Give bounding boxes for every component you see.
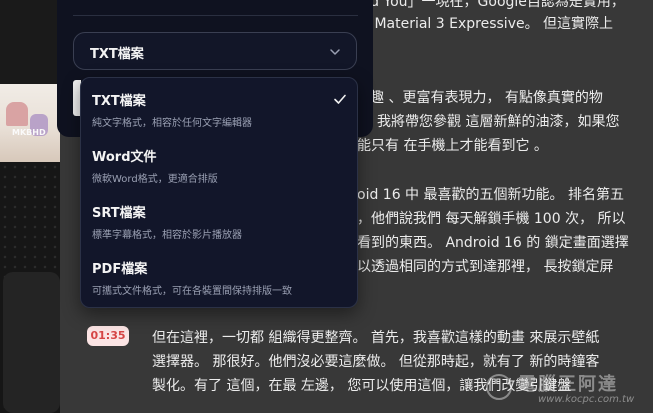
transcript-line: 看到的東西。 Android 16 的 鎖定畫面選擇: [357, 235, 629, 251]
thumbnail-label: MKBHD: [12, 128, 46, 137]
option-description: 微軟Word格式，更適合排版: [92, 174, 218, 185]
watermark: 電腦王阿達 www.kocpc.com.tw: [478, 370, 648, 410]
watermark-logo-icon: [486, 374, 512, 400]
transcript-line: 但在這裡，一切都 組織得更整齊。 首先，我喜歡這樣的動畫 來展示壁紙: [152, 330, 600, 346]
transcript-line: 能只有 在手機上才能看到它 。: [357, 138, 548, 154]
side-card: [3, 272, 60, 413]
format-select-value: TXT檔案: [90, 47, 144, 62]
format-option-word[interactable]: Word文件 微軟Word格式，更適合排版: [92, 146, 347, 198]
transcript-line: 。我將帶您參觀 這層新鮮的油漆，如果您: [363, 114, 620, 130]
chevron-down-icon: [330, 49, 340, 55]
watermark-text: 電腦王阿達: [518, 374, 618, 395]
format-option-srt[interactable]: SRT檔案 標準字幕格式，相容於影片播放器: [92, 202, 347, 254]
option-title: TXT檔案: [92, 94, 146, 109]
transcript-line: ard You」一現在，Google自認為是實用，: [356, 0, 625, 10]
transcript-line: 為 Material 3 Expressive。 但這實際上: [356, 16, 614, 32]
format-select[interactable]: TXT檔案: [73, 32, 357, 70]
video-thumbnail[interactable]: [0, 84, 60, 162]
option-description: 純文字格式，相容於任何文字編輯器: [92, 118, 252, 129]
format-dropdown-menu: TXT檔案 純文字格式，相容於任何文字編輯器 Word文件 微軟Word格式，更…: [80, 77, 358, 308]
option-description: 標準字幕格式，相容於影片播放器: [92, 230, 242, 241]
transcript-line: 選擇器。 那很好。他們沒必要這麼做。 但從那時起，就有了 新的時鐘客: [152, 354, 600, 370]
divider: [73, 15, 358, 16]
transcript-line: ，他們說我們 每天解鎖手機 100 次， 所以: [357, 211, 626, 227]
format-option-txt[interactable]: TXT檔案 純文字格式，相容於任何文字編輯器: [92, 90, 347, 142]
watermark-url: www.kocpc.com.tw: [538, 394, 635, 405]
transcript-line: 以透過相同的方式到達那裡， 長按鎖定屏: [357, 259, 614, 275]
option-title: SRT檔案: [92, 206, 146, 221]
option-title: Word文件: [92, 150, 157, 165]
option-description: 可攜式文件格式，可在各裝置間保持排版一致: [92, 286, 292, 297]
transcript-line: 有趣 、更富有表現力， 有點像真實的物: [356, 90, 603, 106]
transcript-line: oid 16 中 最喜歡的五個新功能。 排名第五: [357, 187, 624, 203]
timestamp-badge[interactable]: 01:35: [87, 326, 129, 346]
check-icon: [334, 94, 346, 104]
format-option-pdf[interactable]: PDF檔案 可攜式文件格式，可在各裝置間保持排版一致: [92, 258, 347, 310]
option-title: PDF檔案: [92, 262, 148, 277]
